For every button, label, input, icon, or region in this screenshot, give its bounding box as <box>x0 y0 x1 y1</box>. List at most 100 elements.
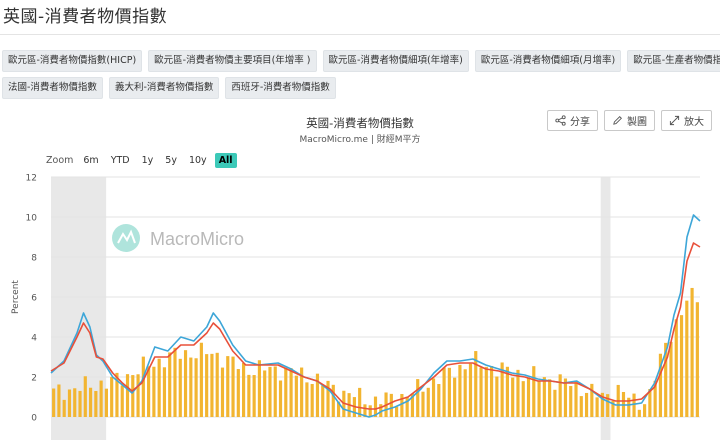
bar <box>289 368 293 417</box>
bar <box>263 370 267 417</box>
bar <box>321 385 325 417</box>
bar <box>421 391 425 417</box>
bar <box>136 374 140 417</box>
bar <box>310 384 314 417</box>
bar <box>62 399 66 417</box>
bar <box>426 387 430 417</box>
bar <box>669 341 673 417</box>
bar <box>553 389 557 417</box>
bar <box>358 387 362 417</box>
bar <box>78 390 82 417</box>
bar <box>52 388 56 417</box>
bar <box>99 380 103 417</box>
bar <box>231 356 235 417</box>
bar <box>67 389 72 417</box>
bar <box>463 369 467 417</box>
bar <box>416 379 420 417</box>
bar <box>57 384 61 417</box>
bar <box>236 369 240 417</box>
y-tick-label: 8 <box>31 254 37 264</box>
bar <box>521 381 525 417</box>
bar <box>574 380 578 417</box>
bar <box>173 347 177 417</box>
bar <box>595 397 599 417</box>
y-tick-label: 2 <box>31 374 37 384</box>
bar <box>131 375 135 417</box>
bar <box>368 405 372 417</box>
bar <box>278 380 283 417</box>
bar <box>273 366 277 417</box>
bar <box>563 378 568 417</box>
bar <box>495 376 499 417</box>
bar <box>526 377 531 417</box>
bar <box>94 390 98 417</box>
bar <box>579 396 583 417</box>
bar <box>442 367 446 417</box>
bar <box>268 366 272 417</box>
bar <box>220 367 225 417</box>
y-tick-label: 4 <box>31 334 37 344</box>
bar <box>468 363 473 417</box>
y-axis-label: Percent <box>11 280 21 314</box>
bar <box>178 358 182 417</box>
bar <box>199 342 203 417</box>
bar <box>431 378 436 417</box>
bar <box>83 376 87 417</box>
bar <box>453 377 457 417</box>
bar <box>125 374 130 417</box>
bar <box>584 392 589 417</box>
y-tick-label: 6 <box>31 294 37 304</box>
bar <box>479 367 483 417</box>
bar <box>643 404 647 417</box>
bar <box>284 367 288 417</box>
bar <box>110 377 114 417</box>
bar <box>120 385 124 417</box>
y-tick-label: 0 <box>31 414 37 424</box>
bar <box>542 377 546 417</box>
bar <box>168 352 172 417</box>
bar <box>637 409 641 417</box>
bar <box>458 364 462 417</box>
bar <box>73 388 77 417</box>
bar <box>695 302 699 417</box>
bar <box>632 393 636 417</box>
watermark-text: MacroMicro <box>150 229 244 249</box>
bar <box>242 362 246 417</box>
bar <box>252 375 256 417</box>
bar <box>674 319 678 417</box>
bar <box>183 350 188 417</box>
y-tick-label: 10 <box>26 214 38 224</box>
bar <box>400 393 404 417</box>
bar <box>389 393 393 417</box>
bar <box>437 384 441 417</box>
bar <box>395 406 399 417</box>
bar <box>147 366 151 417</box>
bar <box>690 287 694 417</box>
bar <box>679 315 684 417</box>
bar <box>294 375 298 417</box>
bar <box>537 380 541 417</box>
bar <box>194 358 198 417</box>
bar <box>331 384 335 417</box>
bar <box>447 367 451 417</box>
bar <box>215 352 219 417</box>
bar <box>152 366 156 417</box>
bar <box>247 374 251 417</box>
bar <box>141 356 145 417</box>
bar <box>548 379 552 417</box>
bar <box>305 382 309 417</box>
bar <box>189 357 193 417</box>
bar <box>532 366 536 417</box>
bar <box>511 377 515 417</box>
bar <box>157 358 161 417</box>
bar <box>226 356 230 417</box>
bar <box>104 388 108 417</box>
y-tick-label: 12 <box>26 174 37 184</box>
bar <box>484 366 488 417</box>
bar <box>88 387 93 417</box>
bar <box>569 386 573 417</box>
bar <box>558 374 562 417</box>
bar <box>210 353 214 417</box>
cpi-chart: MacroMicro 0 2 4 6 8 10 12 Percent <box>11 174 701 440</box>
bar <box>489 365 494 417</box>
